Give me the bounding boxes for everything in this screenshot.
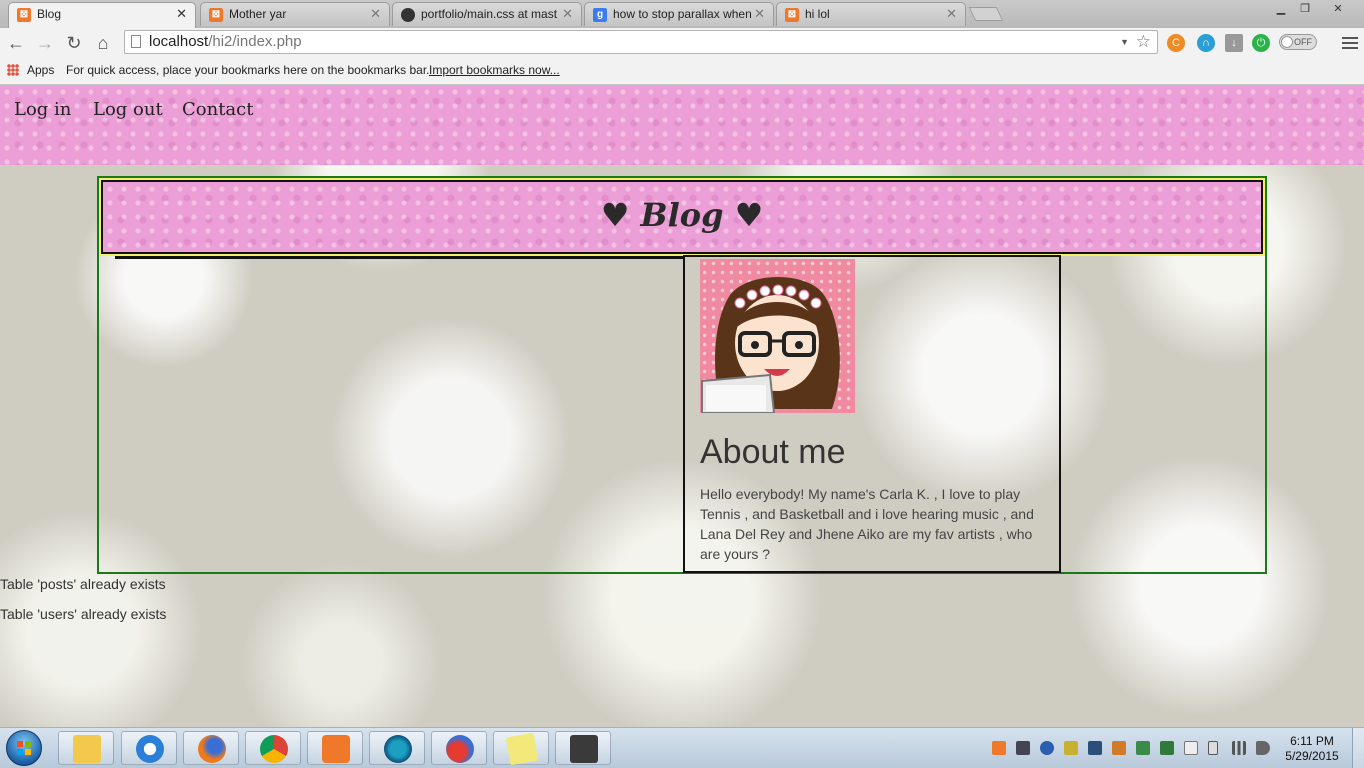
tray-app-icon[interactable]	[1112, 741, 1126, 755]
blog-title: ♥ Blog ♥	[600, 196, 764, 234]
star-icon[interactable]: ☆	[1136, 31, 1151, 53]
xampp-icon: ⊠	[209, 8, 223, 22]
signal-icon[interactable]	[1232, 741, 1246, 755]
taskbar-app-firefox[interactable]	[183, 731, 239, 765]
taskbar-app-misc[interactable]	[369, 731, 425, 765]
tray-app-icon[interactable]	[1064, 741, 1078, 755]
taskbar-app-explorer[interactable]	[58, 731, 114, 765]
tab-blog[interactable]: ⊠ Blog ✕	[8, 2, 196, 28]
tab-title: hi lol	[805, 7, 830, 21]
browser-toolbar: ← → ↻ ⌂ localhost/hi2/index.php ▼ ☆ C ∩ …	[0, 28, 1364, 58]
window-close-button[interactable]: ✕	[1318, 0, 1358, 18]
site-nav: Log in Log out Contact	[0, 85, 1364, 165]
sublime-text-icon	[570, 735, 598, 763]
close-icon[interactable]: ✕	[946, 3, 957, 25]
battery-icon[interactable]	[1208, 741, 1218, 755]
taskbar-app-notes[interactable]	[493, 731, 549, 766]
minimize-button[interactable]: ▁	[1270, 0, 1292, 18]
avatar	[700, 259, 855, 413]
taskbar-app-xampp[interactable]	[307, 731, 363, 765]
forward-button[interactable]: →	[34, 32, 56, 54]
avatar-illustration	[701, 277, 840, 413]
google-icon: g	[593, 8, 607, 22]
bookmarks-hint: For quick access, place your bookmarks h…	[66, 63, 430, 77]
headphones-icon[interactable]: ∩	[1197, 34, 1215, 52]
taskbar-app-ie[interactable]	[121, 731, 177, 765]
clock-date: 5/29/2015	[1285, 749, 1339, 763]
download-icon[interactable]: ↓	[1225, 34, 1243, 52]
close-icon[interactable]: ✕	[370, 3, 381, 25]
sticky-notes-icon	[505, 732, 539, 766]
tab-title: Mother yar	[229, 7, 287, 21]
new-tab-button[interactable]	[968, 7, 1004, 21]
url-text: localhost/hi2/index.php	[149, 33, 302, 50]
import-bookmarks-link[interactable]: Import bookmarks now...	[429, 58, 560, 82]
flag-icon[interactable]	[1184, 741, 1198, 755]
page-icon	[131, 35, 141, 48]
tab-title: portfolio/main.css at mast	[421, 7, 558, 21]
blog-header: ♥ Blog ♥	[99, 178, 1265, 256]
close-icon[interactable]: ✕	[562, 3, 573, 25]
xampp-icon: ⊠	[17, 8, 31, 22]
page-viewport: Log in Log out Contact ♥ Blog ♥ About me…	[0, 85, 1364, 727]
power-icon[interactable]: ⏻	[1252, 34, 1270, 52]
internet-explorer-icon	[136, 735, 164, 763]
app-icon	[384, 735, 412, 763]
tab-title: how to stop parallax when	[613, 7, 751, 21]
maximize-button[interactable]: ❐	[1294, 0, 1316, 18]
xampp-icon: ⊠	[785, 8, 799, 22]
close-icon[interactable]: ✕	[176, 3, 187, 25]
taskbar-app-sublime[interactable]	[555, 731, 611, 765]
browser-icon	[446, 735, 474, 763]
menu-icon[interactable]	[1342, 34, 1358, 50]
content-divider	[115, 256, 683, 259]
chrome-icon	[260, 735, 288, 763]
volume-icon[interactable]	[1256, 741, 1270, 755]
show-desktop-button[interactable]	[1352, 728, 1364, 768]
chevron-down-icon[interactable]: ▼	[1120, 31, 1129, 53]
db-message-users: Table 'users' already exists	[0, 606, 167, 622]
apps-link[interactable]: Apps	[27, 58, 54, 82]
tray-app-icon[interactable]	[1160, 741, 1174, 755]
tab-mother-yar[interactable]: ⊠ Mother yar ✕	[200, 2, 390, 26]
bookmarks-bar: Apps For quick access, place your bookma…	[0, 58, 1364, 85]
back-button[interactable]: ←	[5, 32, 27, 54]
address-bar[interactable]: localhost/hi2/index.php ▼ ☆	[124, 30, 1158, 54]
about-title: About me	[700, 433, 846, 471]
taskbar-app-browser[interactable]	[431, 731, 487, 765]
tray-app-icon[interactable]	[1016, 741, 1030, 755]
start-button[interactable]	[6, 730, 42, 766]
apps-grid-icon	[7, 64, 19, 76]
nav-logout-link[interactable]: Log out	[93, 99, 163, 120]
tab-hi-lol[interactable]: ⊠ hi lol ✕	[776, 2, 966, 26]
file-explorer-icon	[73, 735, 101, 763]
clock-time: 6:11 PM	[1290, 734, 1334, 748]
xampp-icon	[322, 735, 350, 763]
github-icon	[401, 8, 415, 22]
tab-github-portfolio[interactable]: portfolio/main.css at mast ✕	[392, 2, 582, 26]
nav-login-link[interactable]: Log in	[14, 99, 71, 120]
taskbar: 6:11 PM 5/29/2015	[0, 727, 1364, 768]
nav-contact-link[interactable]: Contact	[182, 99, 253, 120]
main-container: ♥ Blog ♥ About me Hello everybody! My na…	[97, 176, 1267, 574]
about-me-box: About me Hello everybody! My name's Carl…	[683, 255, 1061, 573]
about-text: Hello everybody! My name's Carla K. , I …	[700, 486, 1034, 562]
taskbar-app-chrome[interactable]	[245, 731, 301, 765]
reload-button[interactable]: ↻	[63, 32, 85, 54]
xampp-tray-icon[interactable]	[992, 741, 1006, 755]
firefox-icon	[198, 735, 226, 763]
system-clock[interactable]: 6:11 PM 5/29/2015	[1282, 734, 1342, 764]
home-button[interactable]: ⌂	[92, 32, 114, 54]
tab-title: Blog	[37, 7, 62, 21]
tray-app-icon[interactable]	[1136, 741, 1150, 755]
tray-app-icon[interactable]	[1088, 741, 1102, 755]
extension-icon[interactable]: C	[1167, 34, 1185, 52]
db-message-posts: Table 'posts' already exists	[0, 576, 166, 592]
tab-google-search[interactable]: g how to stop parallax when ✕	[584, 2, 774, 26]
toggle-switch[interactable]: OFF	[1279, 34, 1317, 50]
tab-strip: ⊠ Blog ✕ ⊠ Mother yar ✕ portfolio/main.c…	[0, 0, 1364, 28]
bluetooth-icon[interactable]	[1040, 741, 1054, 755]
close-icon[interactable]: ✕	[754, 3, 765, 25]
